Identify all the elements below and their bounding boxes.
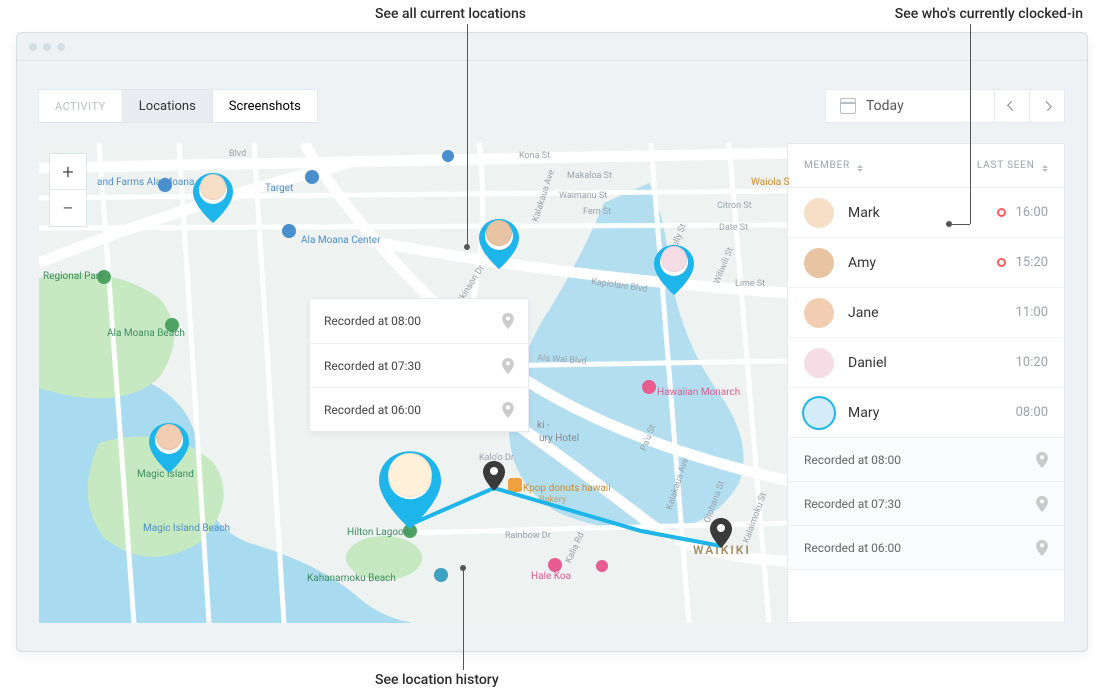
tab-activity[interactable]: ACTIVITY	[38, 89, 123, 123]
history-row[interactable]: Recorded at 07:30	[788, 482, 1064, 526]
pin-icon	[502, 402, 514, 418]
history-row[interactable]: Recorded at 07:30	[310, 343, 528, 387]
annotation-history: See location history	[375, 672, 499, 688]
avatar	[804, 398, 834, 428]
pin-icon	[502, 313, 514, 329]
avatar	[804, 298, 834, 328]
lastseen-col-header[interactable]: LAST SEEN	[977, 160, 1048, 172]
member-name: Mark	[848, 205, 997, 221]
member-col-header[interactable]: MEMBER	[804, 160, 863, 172]
pin-icon	[502, 358, 514, 374]
member-row[interactable]: Jane11:00	[788, 288, 1064, 338]
sidebar-header: MEMBER LAST SEEN	[788, 144, 1064, 188]
member-name: Mary	[848, 405, 1016, 421]
pin-icon	[1036, 540, 1048, 556]
history-row[interactable]: Recorded at 06:00	[310, 387, 528, 431]
history-time: Recorded at 07:30	[324, 359, 421, 373]
clocked-in-icon	[997, 258, 1006, 267]
member-row[interactable]: Amy 15:20	[788, 238, 1064, 288]
member-row[interactable]: Daniel10:20	[788, 338, 1064, 388]
history-time: Recorded at 06:00	[324, 403, 421, 417]
member-name: Jane	[848, 305, 1016, 321]
history-row[interactable]: Recorded at 08:00	[788, 438, 1064, 482]
member-name: Amy	[848, 255, 997, 271]
app-window: ACTIVITY Locations Screenshots Today	[16, 32, 1088, 652]
sort-icon	[1042, 165, 1048, 172]
date-next-button[interactable]	[1029, 89, 1065, 123]
history-time: Recorded at 07:30	[804, 497, 901, 511]
last-seen-time: 08:00	[1016, 405, 1048, 420]
zoom-out-button[interactable]: −	[50, 190, 86, 226]
member-name: Daniel	[848, 355, 1016, 371]
date-picker: Today	[825, 89, 1065, 123]
avatar	[804, 348, 834, 378]
last-seen-time: 11:00	[1016, 305, 1048, 320]
location-history-popup: Recorded at 08:00 Recorded at 07:30 Reco…	[309, 298, 529, 432]
avatar	[804, 198, 834, 228]
pin-icon	[1036, 496, 1048, 512]
member-pin-active[interactable]	[379, 451, 441, 529]
history-row[interactable]: Recorded at 08:00	[310, 299, 528, 343]
zoom-in-button[interactable]: +	[50, 154, 86, 190]
chevron-right-icon	[1042, 101, 1052, 111]
chevron-left-icon	[1007, 101, 1017, 111]
history-time: Recorded at 08:00	[324, 314, 421, 328]
window-chrome	[17, 33, 1087, 61]
history-pin-icon[interactable]	[710, 518, 732, 548]
clocked-in-icon	[997, 208, 1006, 217]
annotation-clocked: See who's currently clocked-in	[895, 6, 1083, 22]
pin-icon	[1036, 452, 1048, 468]
member-pin[interactable]	[479, 219, 519, 269]
date-prev-button[interactable]	[994, 89, 1030, 123]
sort-icon	[857, 165, 863, 172]
history-row[interactable]: Recorded at 06:00	[788, 526, 1064, 570]
view-tabs: ACTIVITY Locations Screenshots	[39, 89, 318, 123]
history-pin-icon[interactable]	[483, 461, 505, 491]
tab-locations[interactable]: Locations	[122, 89, 213, 123]
history-time: Recorded at 08:00	[804, 453, 901, 467]
member-row[interactable]: Mary08:00	[788, 388, 1064, 438]
member-sidebar: MEMBER LAST SEEN Mark 16:00 Amy 15:20 Jane11…	[787, 143, 1065, 623]
last-seen-time: 15:20	[1016, 255, 1048, 270]
zoom-control: + −	[49, 153, 87, 227]
member-pin[interactable]	[193, 173, 233, 223]
avatar	[804, 248, 834, 278]
date-label: Today	[866, 98, 904, 114]
member-row[interactable]: Mark 16:00	[788, 188, 1064, 238]
tab-screenshots[interactable]: Screenshots	[212, 89, 318, 123]
member-pin[interactable]	[654, 245, 694, 295]
member-pin[interactable]	[149, 423, 189, 473]
map[interactable]: + − and Farms Ala Moana Target Ala Moana…	[39, 143, 789, 623]
calendar-icon	[840, 98, 856, 114]
history-time: Recorded at 06:00	[804, 541, 901, 555]
last-seen-time: 10:20	[1016, 355, 1048, 370]
annotation-locations: See all current locations	[375, 6, 526, 22]
last-seen-time: 16:00	[1016, 205, 1048, 220]
